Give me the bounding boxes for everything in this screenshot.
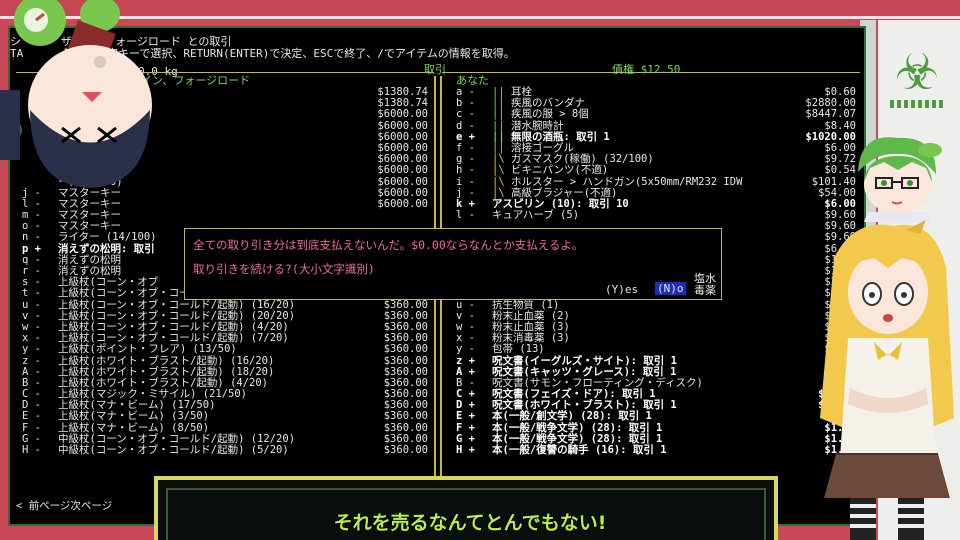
item-name: 抗生物質 (1) xyxy=(492,298,560,311)
item-price: $360.00 xyxy=(383,444,428,456)
item-key: E + xyxy=(456,410,475,423)
item-name: 包帯 (13) xyxy=(492,343,545,356)
item-key: E - xyxy=(22,410,41,423)
item-key: y - xyxy=(22,343,41,356)
item-name: 本(一般/復讐の騎手 (16): 取引 1 xyxy=(492,444,667,456)
item-key: t - xyxy=(22,287,41,300)
item-price: $8447.07 xyxy=(805,108,856,121)
item-name: キュアハーブ (5) xyxy=(492,209,580,222)
item-name: 上級杖(コーン・オブ・コールド/起動) (20/20) xyxy=(58,309,296,322)
item-name: 上級杖(マナ・ビーム) (8/50) xyxy=(58,421,210,434)
item-name: 呪文書(キャッツ・グレース): 取引 1 xyxy=(492,365,677,378)
item-key: n - xyxy=(22,231,41,244)
list-item[interactable]: H - 中級杖(コーン・オブ・コールド/起動) (5/20) $360.00 xyxy=(22,444,428,456)
item-name: 上級杖(ポイント・フレア) (13/50) xyxy=(58,343,237,356)
item-key: c - xyxy=(456,108,475,121)
item-word: 毒薬 xyxy=(694,284,716,297)
debt-label: 債権 $12.50 xyxy=(612,63,681,76)
zundamon-small-character xyxy=(858,137,942,222)
dialog-prompt: 取り引きを続ける?(大小文字識別) xyxy=(193,262,375,276)
item-name: 無限の酒瓶: 取引 1 xyxy=(510,130,610,143)
item-key: l - xyxy=(456,209,475,222)
dialog-message: 全ての取り引き分は到底支払えないんだ。$0.00ならなんとか支払えるよ。 xyxy=(193,238,584,252)
item-slot-marker: |\ xyxy=(492,186,511,199)
item-name: 上級杖(マナ・ビーム) (3/50) xyxy=(58,410,210,423)
item-slot-marker: || xyxy=(492,108,511,121)
item-name: 消えずの松明 xyxy=(58,253,121,266)
item-name: マスターキー xyxy=(58,220,121,233)
trade-title: 取引 xyxy=(424,63,446,76)
list-item[interactable]: H + 本(一般/復讐の騎手 (16): 取引 1 $1.20 xyxy=(456,444,856,456)
item-slot-marker: |\ xyxy=(492,164,511,177)
item-name: 上級杖(ホワイト・ブラスト/起動) (16/20) xyxy=(58,354,275,367)
item-slot-marker: || xyxy=(492,130,511,143)
item-key: h - xyxy=(456,164,475,177)
item-price: $6000.00 xyxy=(377,164,428,177)
item-name: ライター (14/100) xyxy=(58,231,157,244)
item-name: マスターキー xyxy=(58,197,121,210)
item-name: 本(一般/創文学) (28): 取引 1 xyxy=(492,410,652,423)
confirm-dialog: 全ての取り引き分は到底支払えないんだ。$0.00ならなんとか支払えるよ。 取り引… xyxy=(184,228,722,300)
item-name: 本(一般/戦争文学) (28): 取引 1 xyxy=(492,432,663,445)
item-slot-marker: || xyxy=(492,119,511,132)
yes-option[interactable]: (Y)es xyxy=(605,283,638,296)
subtitle-box: それを売るなんてとんでもない! xyxy=(154,476,778,540)
item-price: $360.00 xyxy=(383,410,428,423)
item-name: 疾風の服 > 8個 xyxy=(510,108,589,121)
item-name: マスターキー xyxy=(58,209,121,222)
item-key: H - xyxy=(22,444,41,456)
item-name: ホルスター > ハンドガン(5x50mm/RM232 IDW xyxy=(510,175,743,188)
akari-character xyxy=(820,220,954,540)
item-name: 中級杖(コーン・オブ・コールド/起動) (5/20) xyxy=(58,444,289,456)
item-key: H + xyxy=(456,444,475,456)
item-name: 粉末止血薬 (2) xyxy=(492,309,570,322)
item-name: 呪文書(イーグルズ・サイト): 取引 1 xyxy=(492,354,677,367)
item-key: y - xyxy=(456,343,475,356)
item-name: 本(一般/戦争文学) (28): 取引 1 xyxy=(492,421,663,434)
emblem-bars xyxy=(890,100,946,108)
item-name: 中級杖(コーン・オブ・コールド/起動) (12/20) xyxy=(58,432,296,445)
item-name: 高級ブラジャー(不適) xyxy=(510,186,618,199)
item-name: 上級杖(コーン・オブ・コールド/起動) (16/20) xyxy=(58,298,296,311)
item-name: 潜水腕時計 xyxy=(510,119,564,132)
item-name: 上級杖(ホワイト・ブラスト/起動) (18/20) xyxy=(58,365,275,378)
item-price: $6000.00 xyxy=(377,108,428,121)
page-nav[interactable]: < 前ページ次ページ xyxy=(16,498,112,513)
no-option[interactable]: (N)o xyxy=(655,282,686,295)
item-price: $6000.00 xyxy=(377,197,428,210)
zundamon-character xyxy=(0,0,152,188)
subtitle-text: それを売るなんてとんでもない! xyxy=(333,512,607,534)
item-name: ビキニパンツ(不適) xyxy=(510,164,609,177)
item-slot-marker: |\ xyxy=(492,175,511,188)
item-name: 消えずの松明: 取引 xyxy=(58,242,155,255)
list-item[interactable]: l - キュアハーブ (5) $9.60 xyxy=(456,209,856,222)
item-price: $360.00 xyxy=(383,343,428,356)
